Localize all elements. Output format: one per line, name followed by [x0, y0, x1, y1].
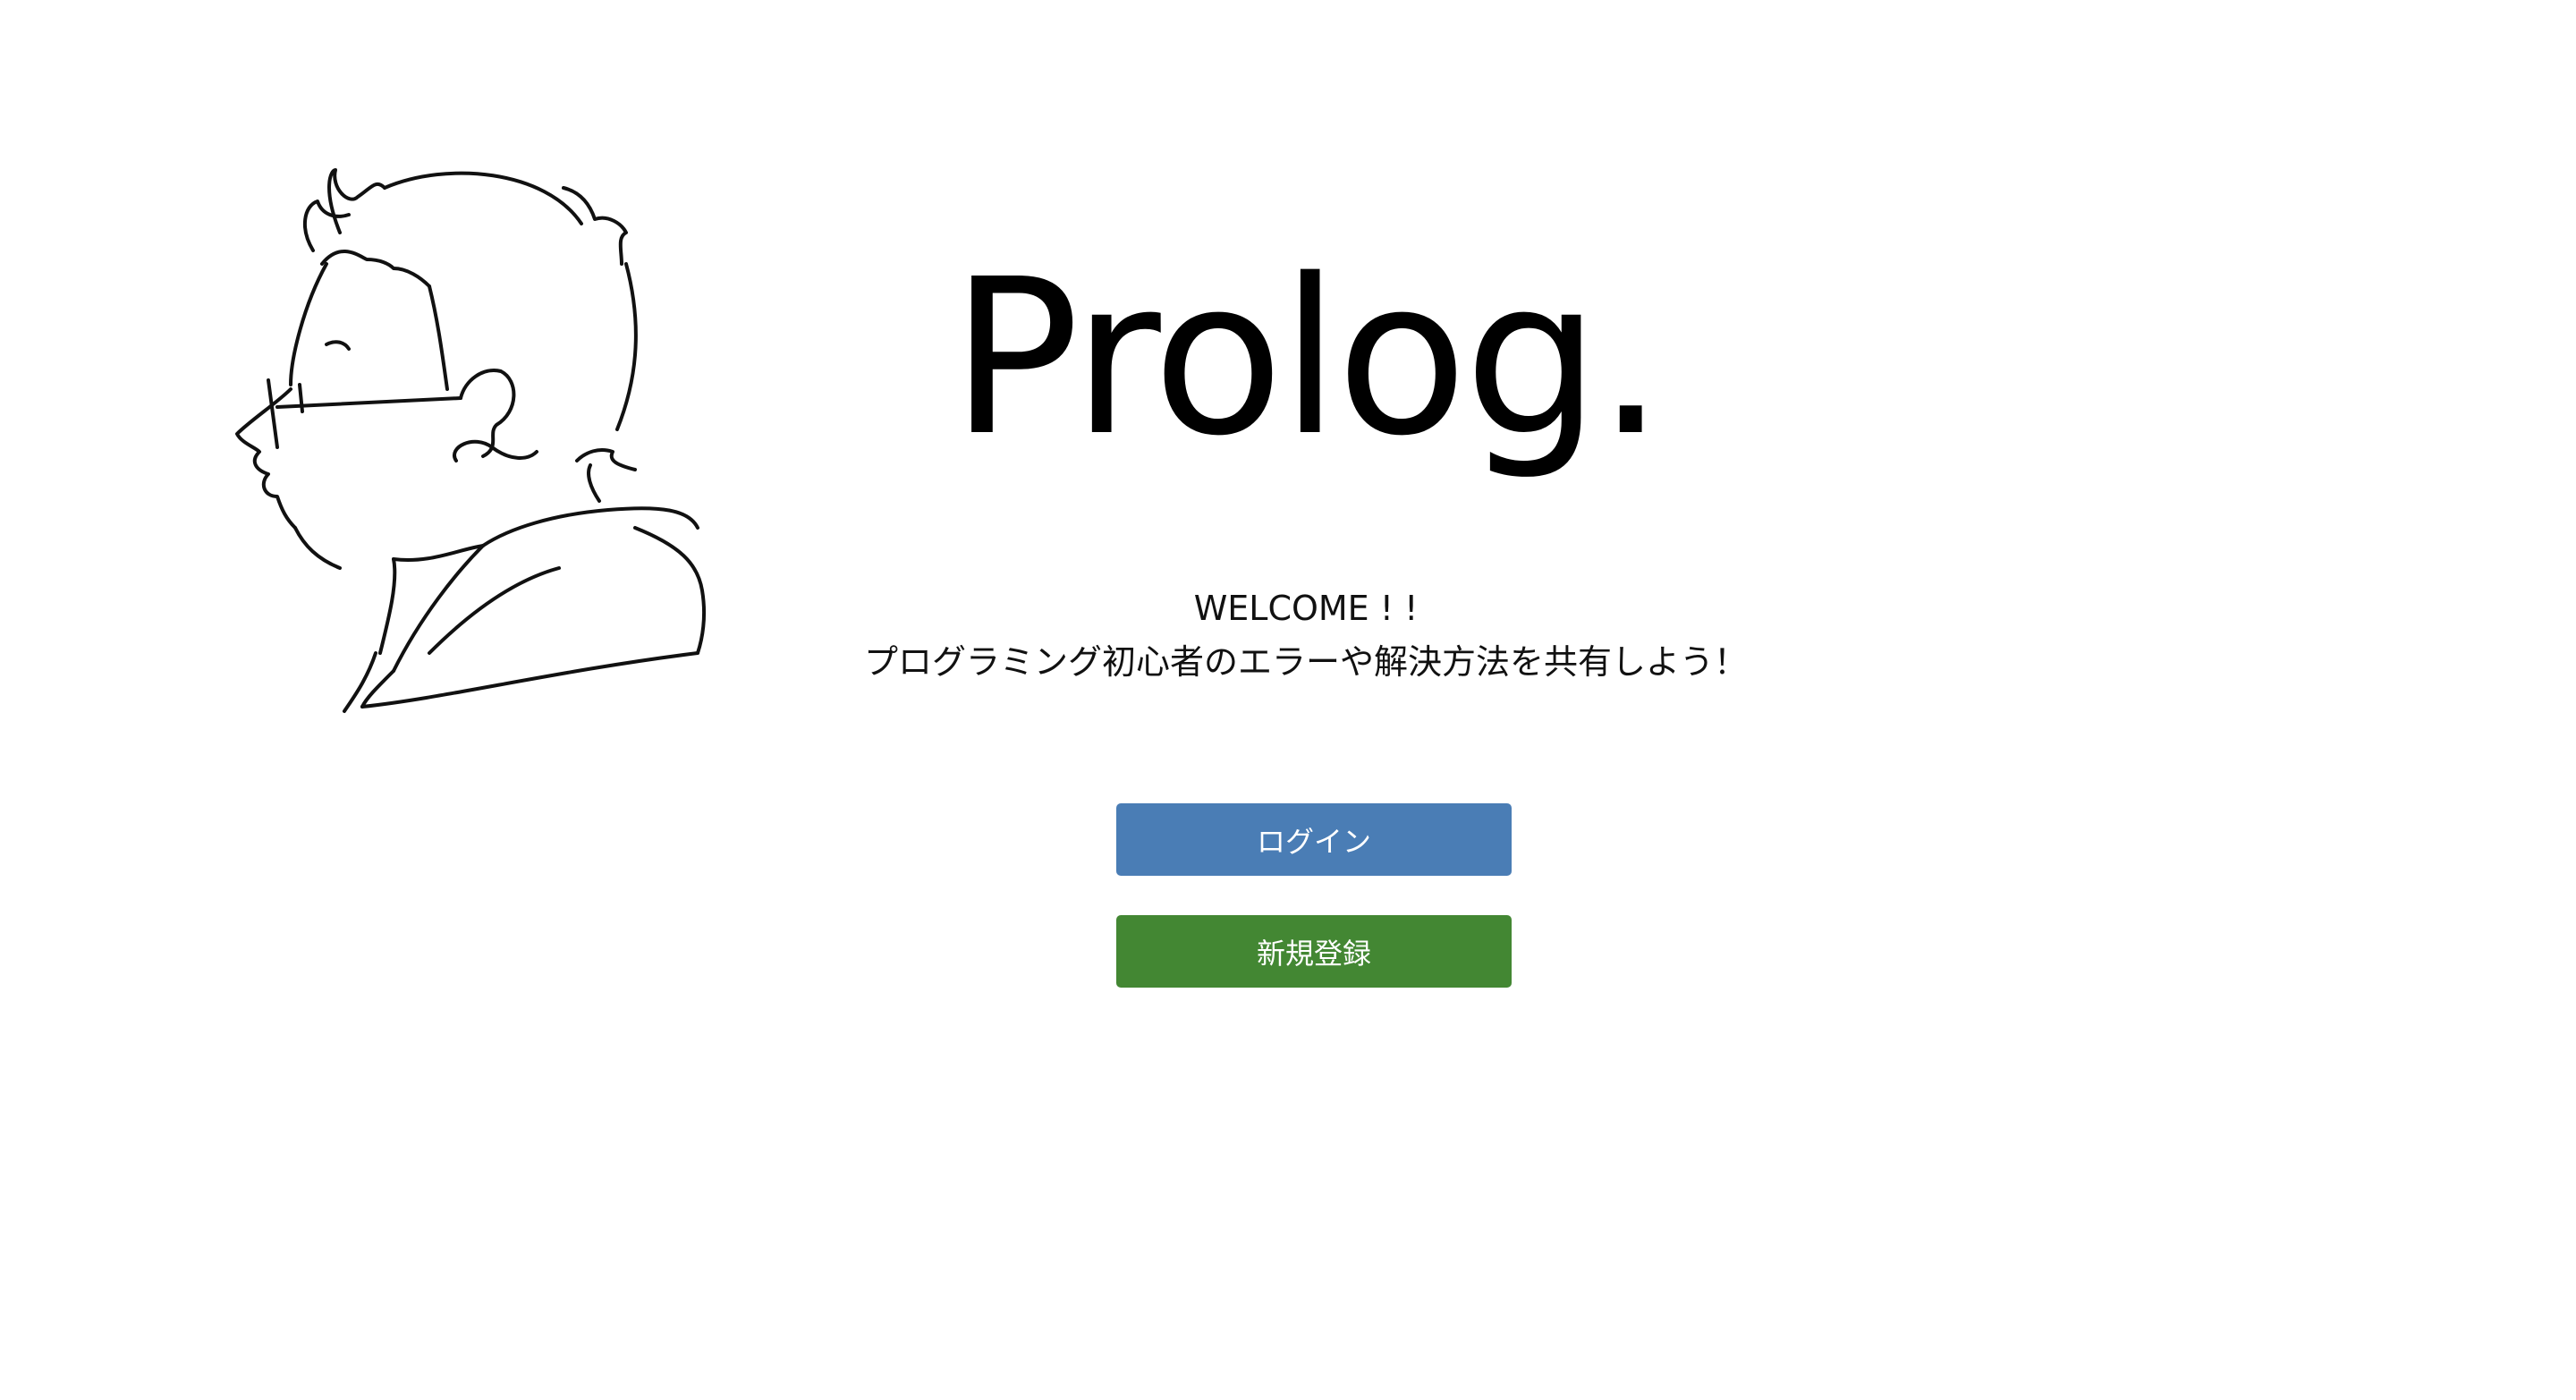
welcome-message: WELCOME ! ! プログラミング初心者のエラーや解決方法を共有しよう！ — [0, 581, 2576, 689]
landing-page: Prolog. WELCOME ! ! プログラミング初心者のエラーや解決方法を… — [0, 0, 2576, 1400]
app-logo-title: Prolog. — [950, 233, 1665, 483]
signup-button[interactable]: 新規登録 — [1116, 915, 1512, 988]
login-button[interactable]: ログイン — [1116, 803, 1512, 876]
welcome-heading: WELCOME ! ! — [1193, 589, 1419, 628]
welcome-tagline: プログラミング初心者のエラーや解決方法を共有しよう！ — [863, 642, 1748, 682]
